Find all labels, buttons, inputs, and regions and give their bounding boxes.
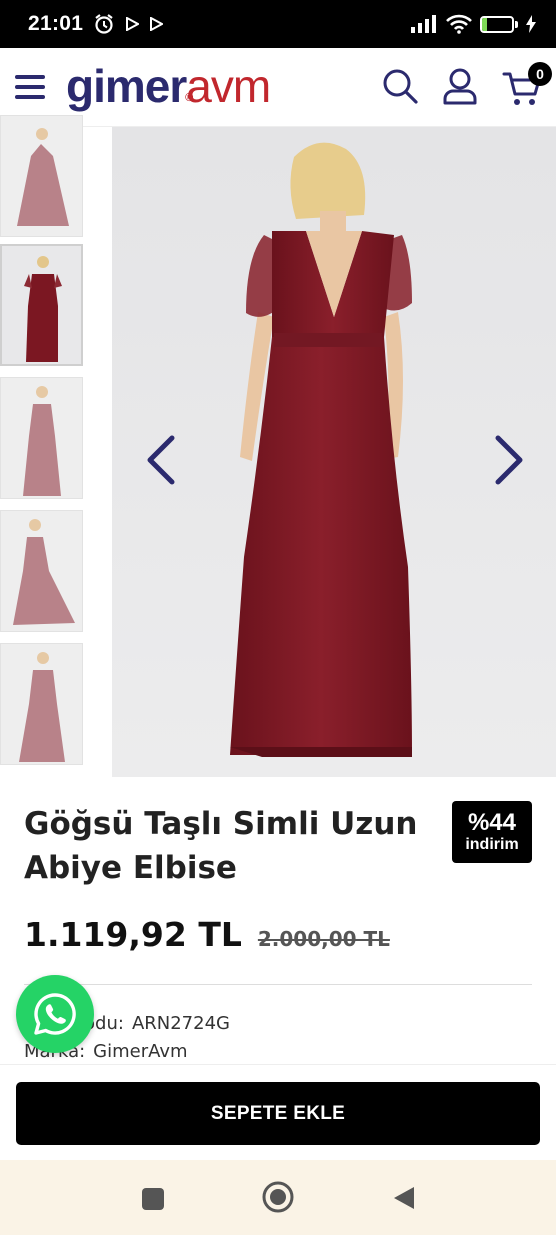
add-to-cart-button[interactable]: SEPETE EKLE xyxy=(16,1082,540,1145)
old-price: 2.000,00 TL xyxy=(257,927,390,951)
product-code-value: ARN2724G xyxy=(131,1013,230,1034)
user-icon[interactable] xyxy=(440,66,480,106)
battery-indicator: 15 xyxy=(480,15,518,33)
battery-level: 15 xyxy=(490,17,504,31)
product-title: Göğsü Taşlı Simli Uzun Abiye Elbise xyxy=(24,806,418,886)
site-header: gimer ® avm 0 xyxy=(0,48,556,127)
recent-apps-icon[interactable] xyxy=(137,1183,167,1213)
whatsapp-icon xyxy=(34,993,76,1035)
search-icon[interactable] xyxy=(380,66,420,106)
discount-label: indirim xyxy=(465,836,519,853)
play-store-icon xyxy=(150,17,164,31)
logo-primary: gimer ® xyxy=(66,60,193,112)
logo-secondary: avm xyxy=(186,60,271,112)
back-icon[interactable] xyxy=(390,1183,420,1213)
alarm-icon xyxy=(95,14,113,34)
bottom-action-bar: SEPETE EKLE xyxy=(0,1064,556,1160)
brand-value: GimerAvm xyxy=(93,1041,188,1062)
product-thumbnail[interactable] xyxy=(0,377,83,499)
cart-count-badge: 0 xyxy=(528,62,552,86)
product-thumbnail[interactable] xyxy=(0,115,83,237)
product-main-image[interactable] xyxy=(112,127,556,777)
discount-percent: %44 xyxy=(467,809,517,836)
discount-badge: %44 indirim xyxy=(452,801,532,863)
divider xyxy=(24,984,532,985)
hamburger-icon[interactable] xyxy=(15,73,45,101)
home-icon[interactable] xyxy=(261,1180,295,1214)
wifi-icon xyxy=(446,14,472,34)
product-thumbnail[interactable] xyxy=(0,244,83,366)
whatsapp-button[interactable] xyxy=(16,975,94,1053)
registered-mark: ® xyxy=(185,92,193,104)
current-price: 1.119,92 TL xyxy=(24,915,242,954)
status-time: 21:01 xyxy=(28,12,84,35)
price-row: 1.119,92 TL 2.000,00 TL xyxy=(24,915,390,954)
system-nav-bar xyxy=(0,1160,556,1235)
product-thumbnail[interactable] xyxy=(0,510,83,632)
site-logo[interactable]: gimer ® avm xyxy=(66,56,271,116)
status-bar: 21:01 15 xyxy=(0,0,556,48)
cart-button[interactable]: 0 xyxy=(502,62,552,108)
chevron-left-icon[interactable] xyxy=(142,432,182,488)
play-store-icon xyxy=(126,17,140,31)
charging-icon xyxy=(526,15,536,33)
product-thumbnail[interactable] xyxy=(0,643,83,765)
thumbnail-strip xyxy=(0,115,110,777)
chevron-right-icon[interactable] xyxy=(488,432,528,488)
signal-icon xyxy=(411,15,436,33)
